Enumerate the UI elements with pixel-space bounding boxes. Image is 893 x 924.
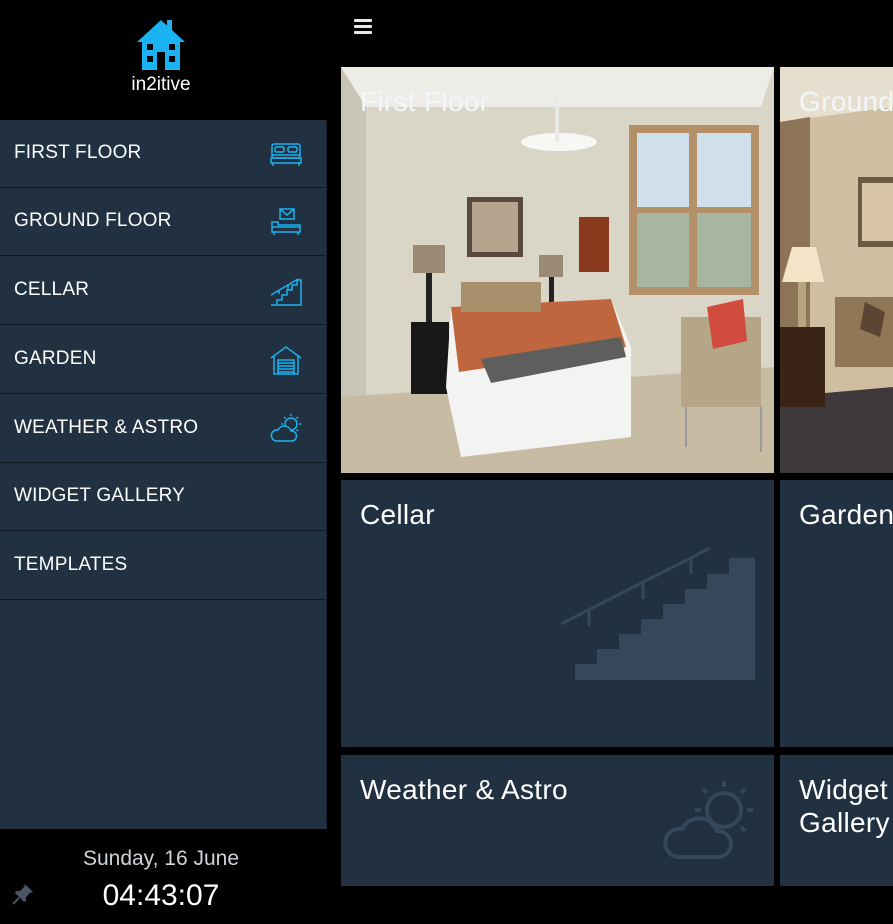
house-icon	[137, 20, 185, 70]
tile-first-floor[interactable]: First Floor	[341, 67, 774, 473]
tile-title: First Floor	[360, 86, 490, 117]
sidebar: in2itive FIRST FLOOR GROUND FLOOR CELLAR…	[0, 0, 327, 924]
bed-icon	[270, 143, 302, 166]
tile-ground-floor[interactable]: Ground	[780, 67, 893, 473]
bedroom-photo	[341, 67, 774, 473]
sidebar-item-label: TEMPLATES	[14, 554, 128, 575]
hamburger-menu-icon[interactable]	[354, 19, 372, 37]
sidebar-item-first-floor[interactable]: FIRST FLOOR	[0, 120, 326, 188]
sidebar-menu: FIRST FLOOR GROUND FLOOR CELLAR GARDEN W…	[0, 120, 327, 829]
tile-weather-astro[interactable]: Weather & Astro	[341, 755, 774, 886]
living-room-photo	[780, 67, 893, 473]
sidebar-item-label: FIRST FLOOR	[14, 142, 142, 163]
cloud-sun-icon	[663, 781, 753, 859]
current-date: Sunday, 16 June	[82, 847, 240, 870]
sidebar-footer: Sunday, 16 June 04:43:07	[0, 829, 326, 924]
tile-garden[interactable]: Garden	[780, 480, 893, 747]
sidebar-item-label: CELLAR	[14, 279, 90, 300]
tile-title: Cellar	[360, 499, 435, 530]
sidebar-item-weather-astro[interactable]: WEATHER & ASTRO	[0, 395, 326, 463]
sidebar-item-templates[interactable]: TEMPLATES	[0, 532, 326, 600]
sidebar-item-label: GARDEN	[14, 348, 97, 369]
tile-widget-gallery[interactable]: Widget Gallery	[780, 755, 893, 886]
brand-name: in2itive	[131, 74, 191, 95]
tile-title: Garden	[799, 499, 893, 530]
sidebar-item-garden[interactable]: GARDEN	[0, 326, 326, 394]
sidebar-item-label: GROUND FLOOR	[14, 210, 172, 231]
sidebar-item-widget-gallery[interactable]: WIDGET GALLERY	[0, 463, 326, 531]
tile-title: Widget Gallery	[799, 774, 890, 838]
sidebar-item-label: WIDGET GALLERY	[14, 485, 186, 506]
tile-title: Ground	[799, 86, 893, 117]
top-bar	[326, 0, 893, 60]
sidebar-item-cellar[interactable]: CELLAR	[0, 257, 326, 325]
sofa-icon	[271, 208, 301, 235]
tile-cellar[interactable]: Cellar	[341, 480, 774, 747]
garage-icon	[270, 346, 302, 375]
cloud-sun-icon	[270, 414, 301, 442]
sidebar-item-ground-floor[interactable]: GROUND FLOOR	[0, 188, 326, 256]
stairs-icon	[553, 546, 755, 680]
sidebar-item-label: WEATHER & ASTRO	[14, 417, 199, 438]
stairs-icon	[270, 278, 302, 306]
current-time: 04:43:07	[102, 879, 220, 912]
brand[interactable]: in2itive	[0, 0, 326, 120]
tile-title: Weather & Astro	[360, 774, 568, 805]
